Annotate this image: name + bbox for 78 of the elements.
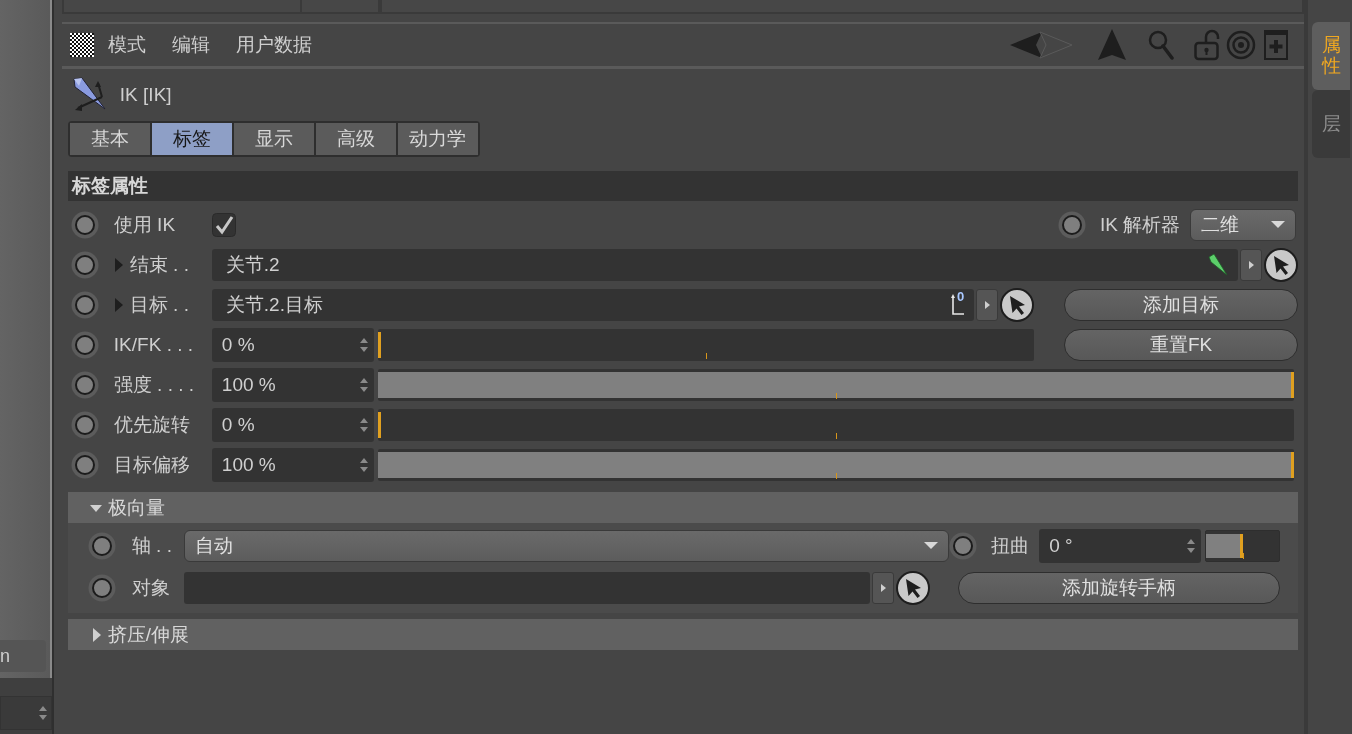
menu-item[interactable]: 模式 <box>107 32 146 58</box>
arrow-button[interactable] <box>1240 249 1263 281</box>
side-tab[interactable]: 属性 <box>1312 22 1351 90</box>
menu-item[interactable]: 编辑 <box>171 32 210 58</box>
side-tab[interactable]: 层 <box>1312 90 1351 158</box>
dropdown-caret-icon[interactable] <box>1271 221 1286 229</box>
expand-triangle-icon[interactable] <box>91 627 102 642</box>
keyframe-circle-icon[interactable] <box>1057 211 1086 239</box>
link-field[interactable] <box>183 572 871 604</box>
pick-cursor-icon[interactable] <box>1000 288 1035 322</box>
solver-dropdown[interactable]: 二维 <box>1190 209 1297 241</box>
keyframe-circle-icon[interactable] <box>70 251 99 279</box>
ik-tag-icon <box>71 77 108 113</box>
keyframe-circle-icon[interactable] <box>70 451 99 479</box>
param-label: 轴 . . <box>131 534 173 558</box>
menu-item[interactable]: 用户数据 <box>235 32 312 58</box>
keyframe-circle-icon[interactable] <box>70 371 99 399</box>
param-label: 对象 <box>131 576 171 600</box>
spinner-arrows-icon[interactable] <box>38 706 47 720</box>
param-label: 目标 . . <box>129 293 189 317</box>
tab[interactable]: 动力学 <box>397 123 478 155</box>
slider-fill[interactable] <box>1206 534 1243 558</box>
keyframe-circle-icon[interactable] <box>70 411 99 439</box>
keyframe-circle-icon[interactable] <box>87 574 116 602</box>
tab[interactable]: 基本 <box>69 123 150 155</box>
number-field[interactable]: 0 ° <box>1039 529 1202 563</box>
object-title: IK [IK] <box>119 84 172 106</box>
tab[interactable]: 标签 <box>151 123 232 155</box>
axis-corner-icon <box>950 294 965 316</box>
tab[interactable]: 显示 <box>233 123 314 155</box>
param-label: 优先旋转 <box>113 413 190 437</box>
panel-label: n <box>0 640 46 672</box>
number-field[interactable] <box>0 696 52 730</box>
link-field[interactable]: 关节.2 <box>211 249 1239 281</box>
number-field[interactable]: 0 % <box>211 408 374 442</box>
checkbox[interactable] <box>211 213 236 237</box>
number-field[interactable]: 100 % <box>211 368 374 402</box>
spinner-arrows-icon[interactable] <box>359 458 368 472</box>
dropdown-caret-icon[interactable] <box>924 542 939 550</box>
pick-cursor-icon[interactable] <box>1264 248 1299 282</box>
spinner-arrows-icon[interactable] <box>1187 539 1196 553</box>
param-label: IK/FK . . . <box>113 334 194 356</box>
slider-track[interactable] <box>1205 530 1281 562</box>
arrow-button[interactable] <box>976 289 999 321</box>
param-label: 使用 IK <box>113 213 176 237</box>
group-header[interactable]: 挤压/伸展 <box>67 619 1299 650</box>
axis-dropdown[interactable]: 自动 <box>183 530 950 562</box>
keyframe-circle-icon[interactable] <box>87 532 116 560</box>
keyframe-circle-icon[interactable] <box>70 291 99 319</box>
group-header[interactable]: 极向量 <box>67 492 1299 523</box>
section-header: 标签属性 <box>67 171 1299 201</box>
grid-pattern-icon[interactable] <box>69 33 94 57</box>
slider-track[interactable] <box>377 409 1295 441</box>
spinner-arrows-icon[interactable] <box>359 338 368 352</box>
link-field[interactable]: 关节.2.目标 0 <box>211 289 975 321</box>
param-label: 结束 . . <box>129 253 189 277</box>
tab[interactable]: 高级 <box>315 123 396 155</box>
add-target-button[interactable]: 添加目标 <box>1064 289 1299 321</box>
slider-track[interactable] <box>377 329 1035 361</box>
spinner-arrows-icon[interactable] <box>359 418 368 432</box>
keyframe-circle-icon[interactable] <box>70 211 99 239</box>
spinner-arrows-icon[interactable] <box>359 378 368 392</box>
reset-button[interactable]: 重置FK <box>1064 329 1299 361</box>
arrow-button[interactable] <box>872 572 895 604</box>
pick-cursor-icon[interactable] <box>896 571 931 605</box>
slider-fill[interactable] <box>377 412 381 438</box>
param-label: 目标偏移 <box>113 453 190 477</box>
keyframe-circle-icon[interactable] <box>949 532 978 560</box>
param-label: IK 解析器 <box>1099 213 1181 237</box>
number-field[interactable]: 100 % <box>211 448 374 482</box>
keyframe-circle-icon[interactable] <box>70 331 99 359</box>
slider-fill[interactable] <box>377 332 381 358</box>
param-label: 扭曲 <box>991 534 1030 558</box>
number-field[interactable]: 0 % <box>211 328 374 362</box>
param-label: 强度 . . . . <box>113 373 195 397</box>
add-handle-button[interactable]: 添加旋转手柄 <box>958 572 1281 604</box>
axis-label: 0 <box>956 290 965 304</box>
joint-icon <box>1208 254 1229 276</box>
